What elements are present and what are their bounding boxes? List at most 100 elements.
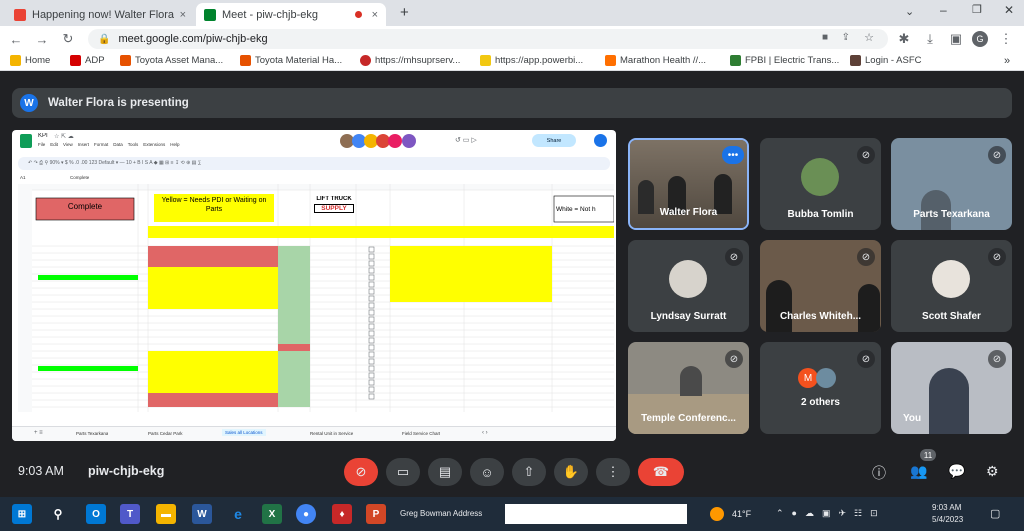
app-icon[interactable]: ♦ — [332, 504, 352, 524]
sheet-tab[interactable]: Parts Texarkana — [76, 431, 108, 436]
camera-icon[interactable]: ■ — [822, 32, 828, 43]
chrome-icon[interactable]: ● — [296, 504, 316, 524]
present-button[interactable]: ⇧ — [512, 458, 546, 486]
doc-title[interactable]: KPI — [38, 133, 48, 139]
star-icon[interactable]: ☆ — [864, 31, 874, 44]
menu-item[interactable]: Help — [170, 142, 179, 147]
account-avatar[interactable] — [594, 134, 607, 147]
tab-happening-now[interactable]: Happening now! Walter Flora is × — [6, 3, 194, 26]
participant-tile[interactable]: ⊘ Parts Texarkana — [891, 138, 1012, 230]
menu-item[interactable]: Format — [94, 142, 108, 147]
word-icon[interactable]: W — [192, 504, 212, 524]
bookmark-fpbi[interactable]: FPBI | Electric Trans... — [730, 55, 839, 66]
reload-icon[interactable]: ↻ — [60, 31, 76, 47]
mic-off-icon: ⊘ — [857, 248, 875, 266]
menu-item[interactable]: Extensions — [143, 142, 165, 147]
clock-time[interactable]: 9:03 AM — [932, 503, 961, 512]
excel-icon[interactable]: X — [262, 504, 282, 524]
more-options-icon[interactable]: ••• — [722, 146, 744, 164]
participant-tile[interactable]: ⊘ Scott Shafer — [891, 240, 1012, 332]
bookmark-toyota-asset[interactable]: Toyota Asset Mana... — [120, 55, 223, 66]
more-options-button[interactable]: ⋮ — [596, 458, 630, 486]
bookmark-asfc[interactable]: Login - ASFC — [850, 55, 922, 66]
outlook-icon[interactable]: O — [86, 504, 106, 524]
bookmark-mhsuprserv[interactable]: https://mhsuprserv... — [360, 55, 460, 66]
address-bar[interactable]: 🔒 meet.google.com/piw-chjb-ekg ■ ⇪ ☆ — [88, 29, 888, 49]
menu-item[interactable]: View — [63, 142, 73, 147]
chat-icon[interactable]: 💬 — [948, 463, 965, 480]
maximize-icon[interactable]: ❐ — [972, 3, 982, 16]
info-icon[interactable]: ⓘ — [872, 463, 886, 483]
bookmark-adp[interactable]: ADP — [70, 55, 105, 66]
minimize-icon[interactable]: – — [940, 3, 947, 17]
star-icon[interactable]: ☆ ⇱ ☁ — [54, 133, 74, 140]
system-tray-icons[interactable]: ⌃●☁▣✈☷⊡ — [776, 508, 886, 519]
history-icon[interactable]: ↺ ▭ ▷ — [455, 136, 477, 144]
mic-off-icon: ⊘ — [725, 350, 743, 368]
menu-icon[interactable]: ⋮ — [998, 31, 1014, 47]
participant-tile[interactable]: ⊘ Temple Conferenc... — [628, 342, 749, 434]
meeting-time: 9:03 AM — [18, 464, 64, 478]
participant-tile[interactable]: ⊘ Charles Whiteh... — [760, 240, 881, 332]
close-icon[interactable]: × — [180, 9, 186, 21]
download-icon[interactable]: ⤓ — [922, 31, 938, 47]
bookmark-powerbi[interactable]: https://app.powerbi... — [480, 55, 583, 66]
reactions-button[interactable]: ☺ — [470, 458, 504, 486]
powerpoint-icon[interactable]: P — [366, 504, 386, 524]
participant-tile[interactable]: ⊘ M 2 others — [760, 342, 881, 434]
tab-meet[interactable]: Meet - piw-chjb-ekg × — [196, 3, 386, 26]
menu-item[interactable]: Tools — [128, 142, 139, 147]
participant-tile[interactable]: ⊘ You — [891, 342, 1012, 434]
close-icon[interactable]: × — [372, 9, 378, 21]
participant-tile[interactable]: ••• Walter Flora — [628, 138, 749, 230]
participant-tile[interactable]: ⊘ Bubba Tomlin — [760, 138, 881, 230]
bookmark-toyota-material[interactable]: Toyota Material Ha... — [240, 55, 342, 66]
complete-label: Complete — [67, 202, 103, 211]
sheet-tab[interactable]: Rental Unit in Service — [310, 431, 353, 436]
extensions-icon[interactable]: ✱ — [896, 31, 912, 47]
captions-button[interactable]: ▤ — [428, 458, 462, 486]
menu-item[interactable]: Data — [113, 142, 123, 147]
menu-item[interactable]: Insert — [78, 142, 89, 147]
end-call-button[interactable]: ☎ — [638, 458, 684, 486]
add-sheet-icon[interactable]: + ≡ — [34, 430, 43, 436]
notifications-icon[interactable]: ▢ — [990, 507, 1000, 520]
search-icon[interactable]: ⚲ — [48, 504, 68, 524]
menu-item[interactable]: File — [38, 142, 45, 147]
participant-tile[interactable]: ⊘ Lyndsay Surratt — [628, 240, 749, 332]
bookmark-home[interactable]: Home — [10, 55, 50, 66]
teams-icon[interactable]: T — [120, 504, 140, 524]
spreadsheet-grid[interactable]: Complete Yellow = Needs PDI or Waiting o… — [18, 184, 615, 412]
windows-start-icon[interactable]: ⊞ — [12, 504, 32, 524]
camera-toggle-button[interactable]: ▭ — [386, 458, 420, 486]
activities-icon[interactable]: ⚙ — [986, 463, 999, 480]
forward-icon[interactable]: → — [34, 31, 50, 47]
share-button[interactable]: Share — [532, 134, 576, 147]
close-window-icon[interactable]: ✕ — [1004, 3, 1014, 17]
back-icon[interactable]: ← — [8, 31, 24, 47]
sheet-tab-active[interactable]: Sales all Locations — [222, 429, 266, 436]
sheet-tab[interactable]: Parts Cedar Park — [148, 431, 183, 436]
bookmark-marathon[interactable]: Marathon Health //... — [605, 55, 706, 66]
tab-scroll-icon[interactable]: ‹ › — [482, 430, 488, 436]
people-icon[interactable]: 👥 — [910, 463, 927, 480]
file-explorer-icon[interactable]: ▬ — [156, 504, 176, 524]
side-panel-icon[interactable]: ▣ — [948, 31, 964, 47]
formula-bar[interactable]: Complete — [70, 175, 89, 180]
cell-reference[interactable]: A1 — [20, 175, 26, 180]
shared-screen[interactable]: KPI ☆ ⇱ ☁ File Edit View Insert Format D… — [12, 130, 616, 441]
profile-avatar[interactable]: G — [972, 31, 988, 47]
person-silhouette — [929, 368, 969, 434]
menu-item[interactable]: Edit — [50, 142, 58, 147]
sheet-tab[interactable]: Field Service Chart — [402, 431, 440, 436]
new-tab-button[interactable]: + — [400, 4, 409, 21]
address-search-box[interactable] — [505, 504, 687, 524]
more-bookmarks-icon[interactable]: » — [1004, 55, 1010, 67]
toolbar-icons[interactable]: ↶ ↷ ⎙ ⚲ 90% ▾ $ % .0 .00 123 Default ▾ —… — [28, 160, 201, 166]
share-icon[interactable]: ⇪ — [842, 32, 850, 43]
mic-toggle-button[interactable]: ⊘ — [344, 458, 378, 486]
tab-search-icon[interactable]: ⌄ — [905, 5, 914, 18]
raise-hand-button[interactable]: ✋ — [554, 458, 588, 486]
clock-date[interactable]: 5/4/2023 — [932, 515, 963, 524]
edge-icon[interactable]: e — [228, 504, 248, 524]
